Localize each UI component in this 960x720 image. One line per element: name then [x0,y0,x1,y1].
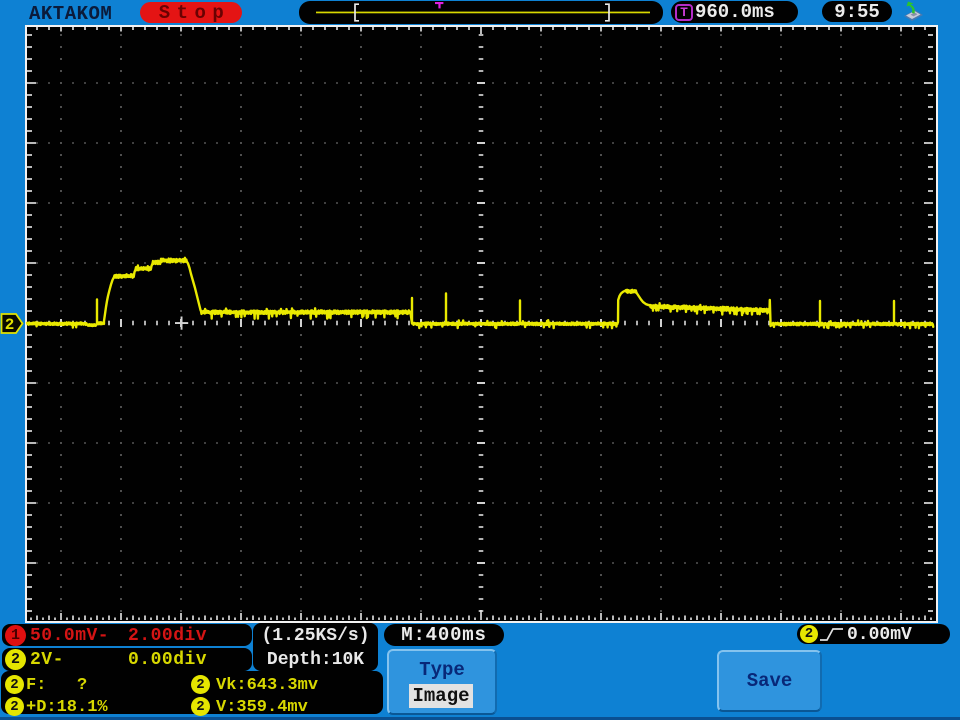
svg-text:2: 2 [5,316,15,334]
